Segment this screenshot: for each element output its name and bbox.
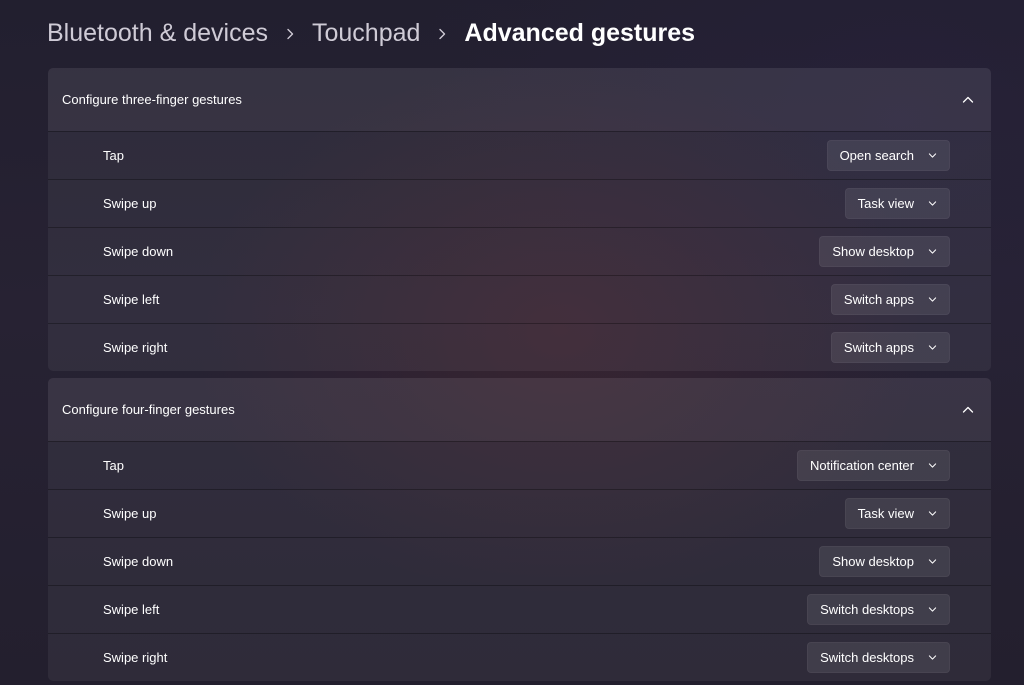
gesture-label: Swipe down	[103, 554, 174, 569]
dropdown-value: Show desktop	[832, 244, 914, 259]
four-finger-gestures-group: Configure four-finger gestures Tap Notif…	[48, 378, 991, 681]
chevron-up-icon[interactable]	[962, 404, 974, 416]
gesture-label: Swipe left	[103, 292, 160, 307]
gesture-label: Swipe up	[103, 506, 157, 521]
gesture-row-three-swipe-left: Swipe left Switch apps	[48, 275, 991, 323]
three-finger-swipe-left-dropdown[interactable]: Switch apps	[830, 284, 950, 315]
gesture-row-four-swipe-up: Swipe up Task view	[48, 489, 991, 537]
chevron-down-icon	[928, 201, 937, 206]
breadcrumb: Bluetooth & devices Touchpad Advanced ge…	[47, 14, 695, 52]
chevron-right-icon	[420, 19, 464, 48]
gesture-row-four-tap: Tap Notification center	[48, 441, 991, 489]
chevron-down-icon	[928, 607, 937, 612]
dropdown-value: Switch desktops	[820, 650, 914, 665]
chevron-down-icon	[928, 249, 937, 254]
chevron-down-icon	[928, 511, 937, 516]
chevron-down-icon	[928, 559, 937, 564]
gesture-label: Swipe up	[103, 196, 157, 211]
chevron-down-icon	[928, 153, 937, 158]
gesture-label: Swipe left	[103, 602, 160, 617]
breadcrumb-touchpad[interactable]: Touchpad	[312, 19, 420, 48]
dropdown-value: Switch apps	[843, 292, 914, 307]
gesture-row-three-swipe-right: Swipe right Switch apps	[48, 323, 991, 371]
four-finger-tap-dropdown[interactable]: Notification center	[796, 450, 950, 481]
gesture-row-four-swipe-down: Swipe down Show desktop	[48, 537, 991, 585]
gesture-row-four-swipe-right: Swipe right Switch desktops	[48, 633, 991, 681]
gesture-label: Swipe down	[103, 244, 174, 259]
three-finger-gestures-group: Configure three-finger gestures Tap Open…	[48, 68, 991, 371]
chevron-down-icon	[928, 345, 937, 350]
chevron-up-icon[interactable]	[962, 94, 974, 106]
chevron-down-icon	[928, 297, 937, 302]
gesture-row-three-swipe-up: Swipe up Task view	[48, 179, 991, 227]
group-title: Configure four-finger gestures	[62, 402, 235, 417]
dropdown-value: Task view	[857, 196, 914, 211]
chevron-down-icon	[928, 463, 937, 468]
gesture-label: Swipe right	[103, 340, 168, 355]
gesture-label: Tap	[103, 458, 124, 473]
gesture-row-four-swipe-left: Swipe left Switch desktops	[48, 585, 991, 633]
four-finger-swipe-right-dropdown[interactable]: Switch desktops	[807, 642, 950, 673]
dropdown-value: Switch apps	[843, 340, 914, 355]
dropdown-value: Switch desktops	[820, 602, 914, 617]
group-title: Configure three-finger gestures	[62, 92, 242, 107]
gesture-row-three-tap: Tap Open search	[48, 131, 991, 179]
gesture-row-three-swipe-down: Swipe down Show desktop	[48, 227, 991, 275]
three-finger-swipe-up-dropdown[interactable]: Task view	[844, 188, 950, 219]
four-finger-swipe-left-dropdown[interactable]: Switch desktops	[807, 594, 950, 625]
dropdown-value: Open search	[839, 148, 914, 163]
three-finger-swipe-right-dropdown[interactable]: Switch apps	[830, 332, 950, 363]
gesture-label: Swipe right	[103, 650, 168, 665]
chevron-down-icon	[928, 655, 937, 660]
page-title: Advanced gestures	[464, 18, 696, 47]
four-finger-swipe-down-dropdown[interactable]: Show desktop	[819, 546, 950, 577]
gesture-label: Tap	[103, 148, 124, 163]
dropdown-value: Show desktop	[832, 554, 914, 569]
three-finger-gestures-header[interactable]: Configure three-finger gestures	[48, 68, 991, 131]
three-finger-tap-dropdown[interactable]: Open search	[826, 140, 950, 171]
breadcrumb-bluetooth-devices[interactable]: Bluetooth & devices	[47, 19, 268, 48]
dropdown-value: Notification center	[809, 458, 914, 473]
dropdown-value: Task view	[857, 506, 914, 521]
four-finger-swipe-up-dropdown[interactable]: Task view	[844, 498, 950, 529]
three-finger-swipe-down-dropdown[interactable]: Show desktop	[819, 236, 950, 267]
chevron-right-icon	[268, 19, 312, 48]
four-finger-gestures-header[interactable]: Configure four-finger gestures	[48, 378, 991, 441]
